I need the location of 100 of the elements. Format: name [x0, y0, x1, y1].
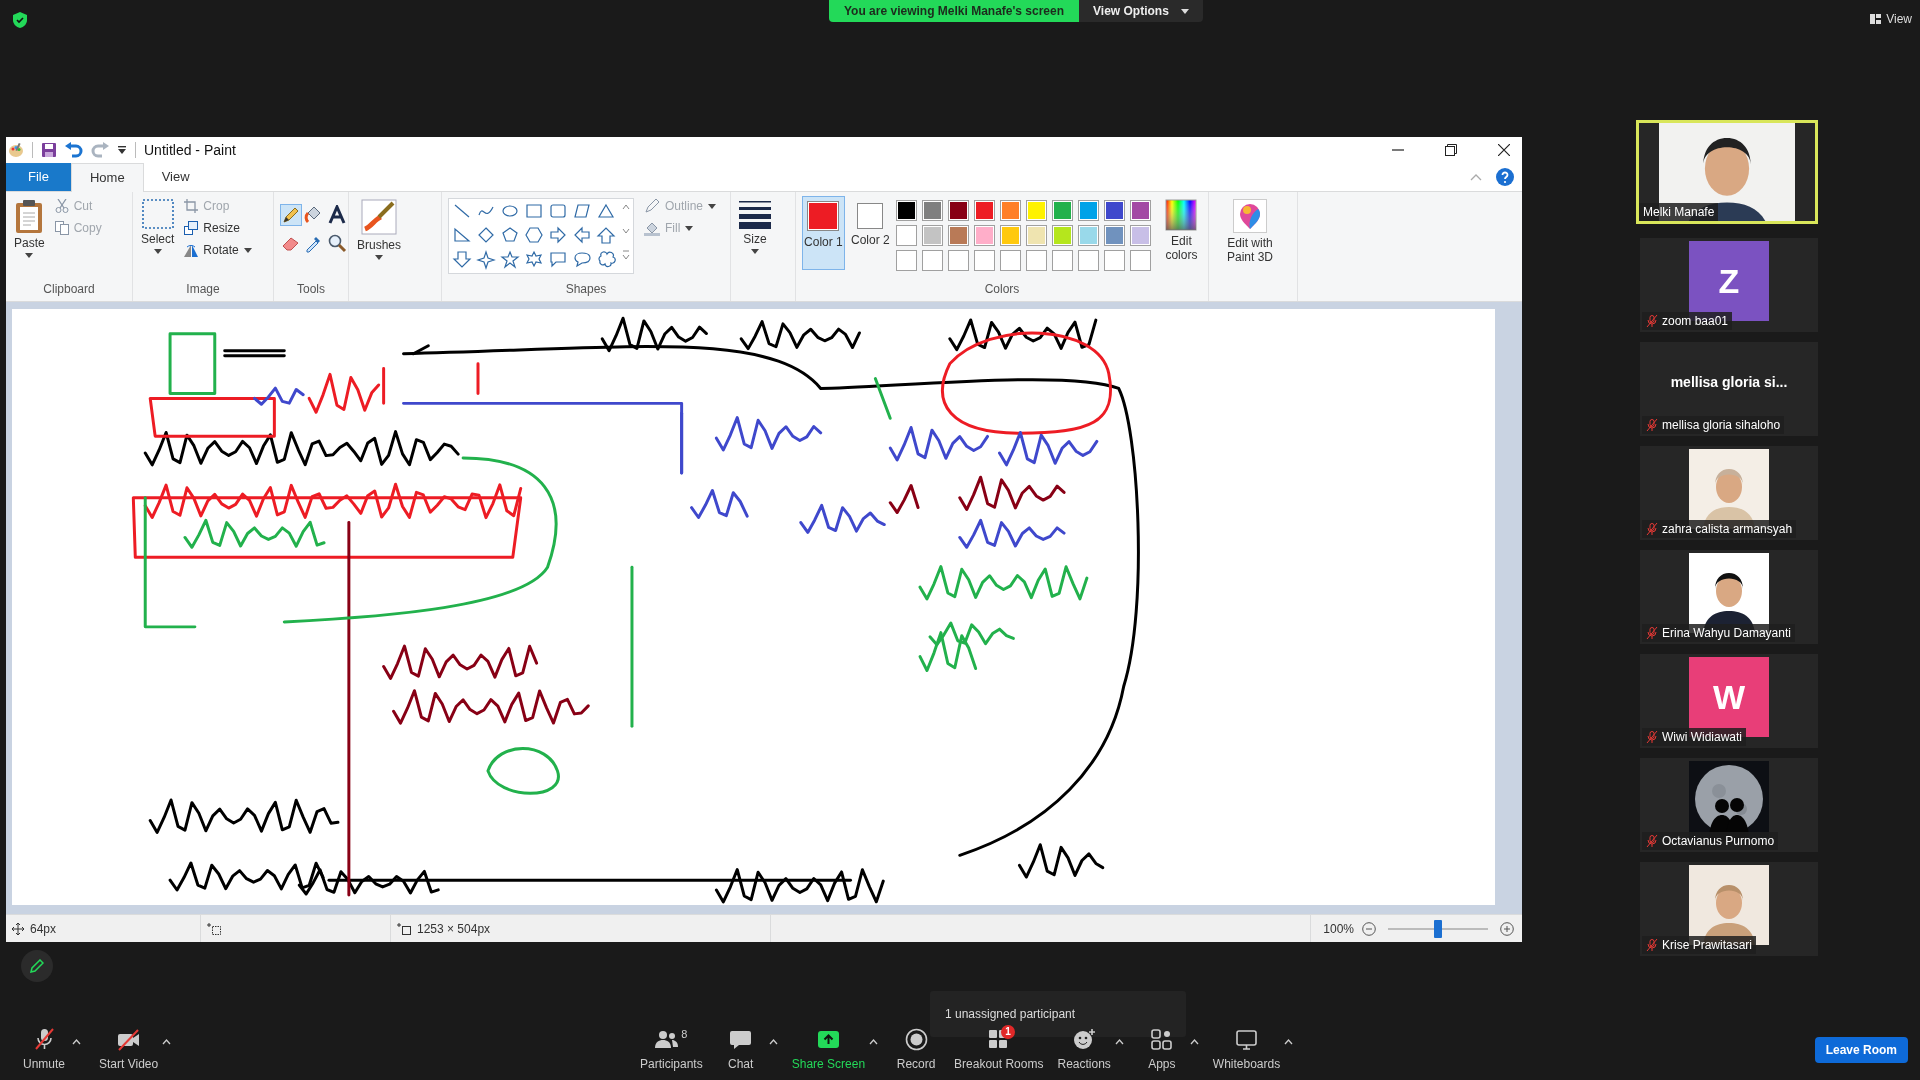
zoom-out-icon[interactable]	[1362, 921, 1376, 936]
caret-up-icon[interactable]	[162, 1039, 172, 1045]
toolbar-button[interactable]: Apps	[1137, 1028, 1186, 1071]
color-swatch[interactable]	[999, 224, 1021, 246]
toolbar-button[interactable]: Unmute	[20, 1028, 68, 1071]
empty-swatch[interactable]	[973, 249, 995, 271]
caret-icon[interactable]	[1180, 8, 1189, 14]
collapse-ribbon-icon[interactable]	[1470, 172, 1482, 181]
drawing-canvas[interactable]	[12, 309, 1495, 906]
empty-swatch[interactable]	[1129, 249, 1151, 271]
ribbon-button[interactable]: Edit colors	[1160, 195, 1202, 265]
help-icon[interactable]	[1496, 167, 1514, 186]
ribbon-button[interactable]: Brushes	[355, 195, 404, 263]
toolbar-button[interactable]: 1 Breakout Rooms	[954, 1028, 1044, 1071]
empty-swatch[interactable]	[1103, 249, 1125, 271]
empty-swatch[interactable]	[947, 249, 969, 271]
shield-icon[interactable]	[13, 12, 27, 28]
group-label: Colors	[983, 281, 1021, 299]
save-icon[interactable]	[41, 141, 57, 158]
view-options-button[interactable]: View Options	[1079, 0, 1203, 22]
ribbon-tab[interactable]: File	[6, 162, 71, 191]
copy-icon	[54, 221, 69, 236]
caret-up-icon[interactable]	[768, 1039, 778, 1045]
window-title: Untitled - Paint	[144, 141, 236, 158]
color-swatch[interactable]	[1025, 199, 1047, 221]
color-swatch[interactable]	[921, 199, 943, 221]
toolbar-button[interactable]: Whiteboards	[1212, 1028, 1281, 1071]
ribbon-button[interactable]: Paste	[12, 195, 47, 261]
color-slot-button[interactable]: Color 2	[848, 195, 892, 270]
color-swatch[interactable]	[973, 199, 995, 221]
color-swatch[interactable]	[947, 224, 969, 246]
color-swatch[interactable]	[921, 224, 943, 246]
group-label: Shapes	[564, 281, 608, 299]
color-swatch[interactable]	[1129, 224, 1151, 246]
toolbar-button[interactable]: Reactions	[1057, 1028, 1111, 1071]
undo-icon[interactable]	[65, 141, 83, 158]
color-swatch[interactable]	[895, 224, 917, 246]
video-off-icon	[117, 1028, 141, 1051]
canvas-size-icon	[397, 922, 411, 935]
leave-room-button[interactable]: Leave Room	[1814, 1037, 1908, 1063]
color-swatch[interactable]	[999, 199, 1021, 221]
color-slot-button[interactable]: Color 1	[802, 195, 845, 270]
color-swatch[interactable]	[1103, 199, 1125, 221]
zoom-in-icon[interactable]	[1500, 921, 1514, 936]
color-swatch[interactable]	[973, 224, 995, 246]
caret-up-icon[interactable]	[869, 1039, 879, 1045]
toolbar-button[interactable]: Record	[892, 1028, 941, 1071]
restore-icon[interactable]	[1445, 143, 1457, 156]
caret-icon[interactable]	[25, 252, 34, 258]
group-label: Clipboard	[42, 281, 96, 299]
color-swatch[interactable]	[1129, 199, 1151, 221]
paint-app-icon[interactable]	[8, 141, 24, 158]
empty-swatch[interactable]	[1025, 249, 1047, 271]
ribbon-tab[interactable]: View	[143, 162, 208, 191]
view-button[interactable]: View	[1870, 12, 1912, 26]
caret-up-icon[interactable]	[72, 1039, 81, 1045]
empty-swatch[interactable]	[895, 249, 917, 271]
ribbon-button[interactable]: Resize	[184, 218, 252, 238]
ribbon-button[interactable]: Size	[737, 195, 773, 257]
toolbar-button[interactable]: Chat	[716, 1028, 765, 1071]
tool-button[interactable]	[326, 203, 348, 226]
customize-icon[interactable]	[117, 144, 127, 155]
color-swatch[interactable]	[1051, 224, 1073, 246]
empty-swatch[interactable]	[921, 249, 943, 271]
caret-icon[interactable]	[243, 247, 252, 253]
color-swatch[interactable]	[1103, 224, 1125, 246]
color-swatch[interactable]	[895, 199, 917, 221]
toolbar-button[interactable]: Share Screen	[791, 1028, 866, 1071]
shapes-gallery[interactable]	[448, 197, 634, 274]
brush-size-text: 64px	[30, 921, 57, 936]
ribbon-tab[interactable]: Home	[70, 162, 144, 192]
ribbon-button[interactable]: Edit with Paint 3D	[1215, 195, 1285, 267]
caret-icon[interactable]	[153, 248, 162, 254]
caret-up-icon[interactable]	[1189, 1039, 1199, 1045]
chat-bubble-icon	[729, 1028, 753, 1051]
close-icon[interactable]	[1498, 143, 1510, 156]
ribbon-button[interactable]: Rotate	[184, 240, 252, 260]
color-swatch[interactable]	[1077, 199, 1099, 221]
ribbon-button[interactable]: Select	[139, 195, 177, 257]
slider-thumb[interactable]	[1434, 919, 1442, 938]
color-swatch[interactable]	[1077, 224, 1099, 246]
color-swatch[interactable]	[1025, 224, 1047, 246]
tool-button[interactable]	[280, 203, 302, 226]
toolbar-button[interactable]: 8 Participants	[640, 1028, 703, 1071]
participant-name: Krise Prawitasari	[1662, 938, 1753, 952]
color-swatch[interactable]	[1051, 199, 1073, 221]
fill-icon	[644, 220, 660, 237]
toolbar-button[interactable]: Start Video	[99, 1028, 159, 1071]
empty-swatch[interactable]	[1051, 249, 1073, 271]
empty-swatch[interactable]	[1077, 249, 1099, 271]
rotate-icon	[184, 243, 199, 258]
pencil-icon	[30, 959, 44, 973]
color-swatch[interactable]	[947, 199, 969, 221]
empty-swatch[interactable]	[999, 249, 1021, 271]
annotate-button[interactable]	[21, 950, 53, 982]
caret-icon[interactable]	[375, 254, 383, 260]
resize-icon	[184, 221, 199, 236]
caret-icon[interactable]	[751, 248, 759, 254]
caret-up-icon[interactable]	[1284, 1039, 1294, 1045]
caret-up-icon[interactable]	[1114, 1039, 1124, 1045]
